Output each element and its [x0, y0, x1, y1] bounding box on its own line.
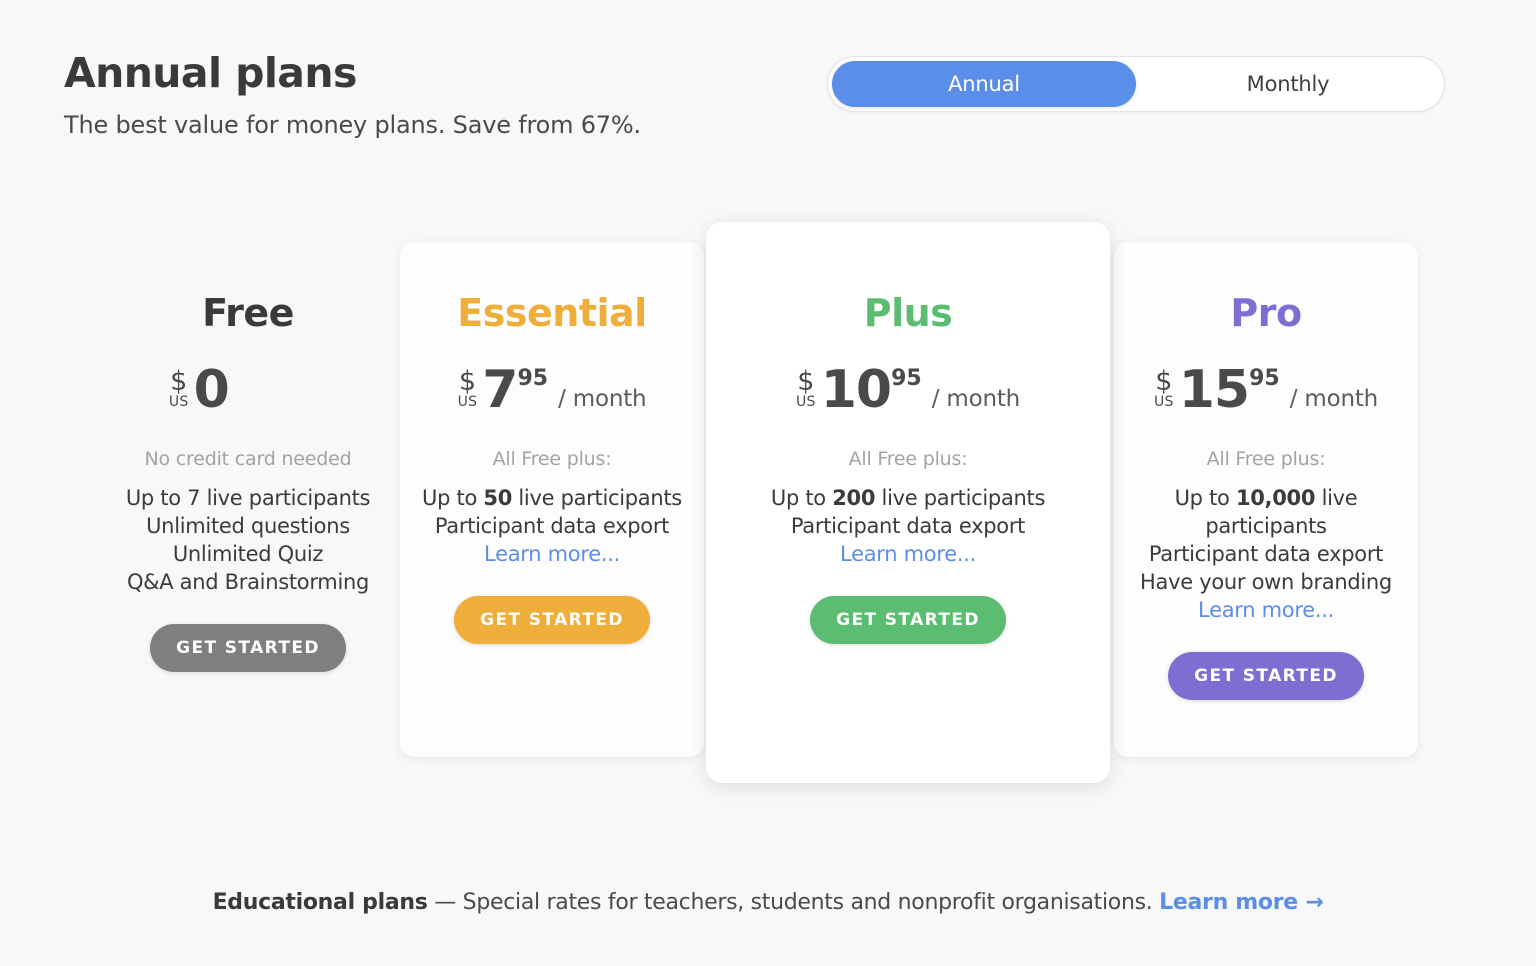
- educational-plans-description: Special rates for teachers, students and…: [462, 890, 1160, 915]
- plan-note-pro: All Free plus:: [1206, 448, 1326, 470]
- price-cents-pro: 95: [1249, 366, 1280, 391]
- plan-note-plus: All Free plus:: [848, 448, 968, 470]
- plan-feature-item: Unlimited questions: [146, 514, 350, 538]
- learn-more-link-pro[interactable]: Learn more...: [1198, 598, 1334, 622]
- currency-block-free: $ US: [168, 366, 189, 410]
- plan-price-plus: $ US 10 95/ month: [706, 364, 1110, 426]
- plan-name-pro: Pro: [1230, 291, 1302, 335]
- get-started-button-pro[interactable]: GET STARTED: [1168, 652, 1364, 700]
- plan-feature-item: Learn more...: [400, 540, 704, 568]
- feature-text-prefix: Up to: [770, 486, 833, 510]
- plan-feature-list-plus: Up to 200 live participants Participant d…: [706, 484, 1110, 568]
- plan-feature-item: Up to 7 live participants: [125, 486, 371, 510]
- billing-period-toggle[interactable]: Annual Monthly: [827, 56, 1445, 112]
- plan-note-essential: All Free plus:: [492, 448, 612, 470]
- plan-card-pro: Pro $ US 15 95 / month All Free plus: Up to 10,…: [1114, 242, 1418, 757]
- plan-feature-list-essential: Up to 50 live participants Participant da…: [400, 484, 704, 568]
- currency-symbol-free: $: [170, 366, 188, 397]
- price-period-essential: / month: [558, 386, 647, 412]
- currency-block-pro: $ US: [1153, 366, 1174, 410]
- plan-feature-item: Up to 200 live participants: [706, 484, 1110, 512]
- plan-feature-item: Participant data export: [1148, 542, 1384, 566]
- currency-block-essential: $ US: [457, 366, 478, 410]
- learn-more-link-essential[interactable]: Learn more...: [484, 542, 620, 566]
- get-started-button-plus[interactable]: GET STARTED: [810, 596, 1006, 644]
- plan-card-free: Free $US0/ month No credit card needed Up t…: [96, 242, 400, 757]
- feature-text-prefix: Up to: [1174, 486, 1236, 510]
- toggle-option-monthly[interactable]: Monthly: [1136, 61, 1440, 107]
- plan-feature-list-free: Up to 7 live participants Unlimited quest…: [96, 484, 400, 596]
- page-subtitle: The best value for money plans. Save fro…: [64, 111, 641, 140]
- plan-feature-item: Learn more...: [1114, 596, 1418, 624]
- educational-plans-learn-more-link[interactable]: Learn more →: [1159, 890, 1324, 915]
- plan-feature-item: Participant data export: [790, 514, 1026, 538]
- plan-card-essential: Essential $ US 7 95 / month All Free plus: Up t…: [400, 242, 704, 757]
- price-amount-essential: 7: [482, 360, 518, 420]
- plan-price-essential: $ US 7 95/ month: [400, 364, 704, 426]
- plan-card-plus: Plus $ US 10 95 / month All Free plus: Up to 20…: [706, 222, 1110, 783]
- plan-feature-item: Up to 10,000 live participants: [1114, 484, 1418, 540]
- currency-block-plus: $ US: [795, 366, 816, 410]
- educational-plans-title: Educational plans: [212, 890, 428, 915]
- educational-plans-footer: Educational plans — Special rates for te…: [0, 890, 1536, 915]
- page-title: Annual plans: [64, 49, 357, 97]
- learn-more-link-plus[interactable]: Learn more...: [840, 542, 976, 566]
- plan-price-free: $US0/ month: [96, 364, 400, 426]
- feature-text-highlight: 10,000: [1235, 486, 1316, 510]
- price-cents-plus: 95: [891, 366, 922, 391]
- price-cents-essential: 95: [517, 366, 549, 391]
- educational-plans-separator: —: [427, 890, 463, 915]
- currency-code-pro: US: [1153, 394, 1174, 410]
- currency-symbol-plus: $: [797, 366, 815, 397]
- plan-feature-item: Unlimited Quiz: [172, 542, 324, 566]
- plan-feature-item: Participant data export: [434, 514, 670, 538]
- price-amount-plus: 10: [820, 360, 892, 420]
- price-period-pro: / month: [1289, 386, 1379, 412]
- get-started-button-free[interactable]: GET STARTED: [150, 624, 346, 672]
- feature-text-suffix: live participants: [512, 486, 682, 510]
- price-period-plus: / month: [931, 386, 1021, 412]
- plan-name-free: Free: [202, 291, 294, 335]
- toggle-option-annual[interactable]: Annual: [832, 61, 1136, 107]
- feature-text-highlight: 50: [483, 486, 513, 510]
- plan-feature-item: Up to 50 live participants: [400, 484, 704, 512]
- currency-code-essential: US: [457, 394, 478, 410]
- plan-feature-item: Learn more...: [706, 540, 1110, 568]
- feature-text-suffix: live participants: [875, 486, 1046, 510]
- currency-code-free: US: [168, 394, 189, 410]
- plan-note-free: No credit card needed: [144, 448, 352, 470]
- plan-feature-list-pro: Up to 10,000 live participants Participan…: [1114, 484, 1418, 624]
- page-header: Annual plans The best value for money pl…: [64, 49, 824, 140]
- price-amount-pro: 15: [1178, 360, 1250, 420]
- plan-feature-item: Q&A and Brainstorming: [126, 570, 370, 594]
- price-amount-free: 0: [193, 360, 230, 420]
- plan-price-pro: $ US 15 95/ month: [1114, 364, 1418, 426]
- currency-symbol-pro: $: [1155, 366, 1173, 397]
- pricing-plans-row: Free$US0/ monthNo credit card neededUp t…: [0, 222, 1536, 792]
- get-started-button-essential[interactable]: GET STARTED: [454, 596, 650, 644]
- feature-text-prefix: Up to: [422, 486, 484, 510]
- plan-name-essential: Essential: [457, 291, 647, 335]
- plan-feature-item: Have your own branding: [1140, 570, 1392, 594]
- feature-text-highlight: 200: [832, 486, 876, 510]
- plan-name-plus: Plus: [863, 291, 953, 335]
- currency-code-plus: US: [795, 394, 816, 410]
- currency-symbol-essential: $: [458, 366, 477, 397]
